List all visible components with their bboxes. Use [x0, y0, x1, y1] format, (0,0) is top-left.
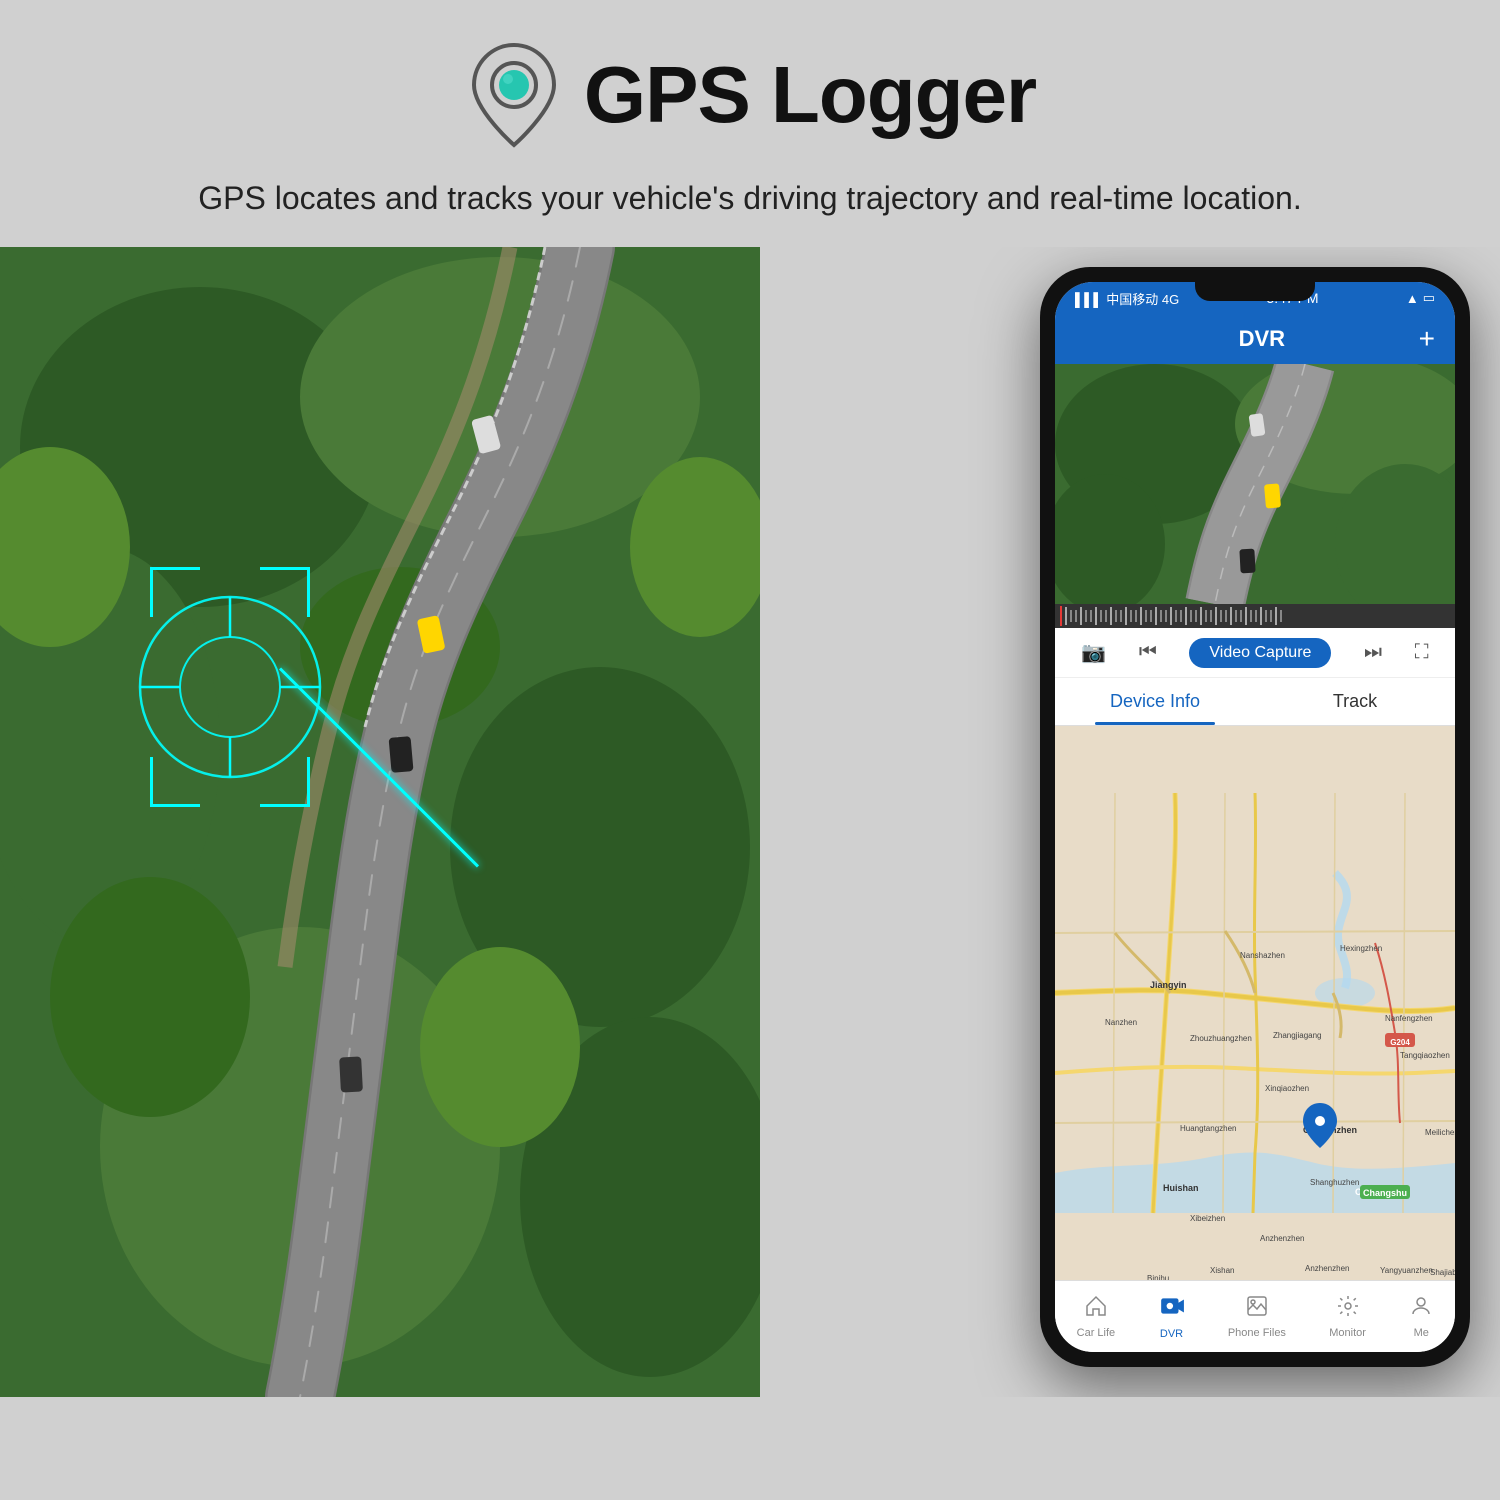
nav-label-car-life: Car Life: [1077, 1327, 1116, 1339]
video-preview: [1055, 364, 1455, 604]
svg-text:Nanfengzhen: Nanfengzhen: [1385, 1014, 1433, 1023]
svg-text:Shajiaband: Shajiaband: [1430, 1268, 1455, 1277]
rewind-button[interactable]: ⏮: [1139, 641, 1157, 664]
subtitle-text: GPS locates and tracks your vehicle's dr…: [0, 170, 1500, 247]
dvr-icon: [1159, 1293, 1185, 1325]
svg-text:Binihu: Binihu: [1147, 1274, 1169, 1280]
phone-frame: ▌▌▌ 中国移动 4G 5:47 PM ▲ ▭ DVR +: [1040, 267, 1470, 1367]
nav-label-me: Me: [1414, 1327, 1429, 1339]
phone-screen: ▌▌▌ 中国移动 4G 5:47 PM ▲ ▭ DVR +: [1055, 282, 1455, 1352]
svg-text:Changshu: Changshu: [1363, 1188, 1407, 1198]
tab-device-info[interactable]: Device Info: [1055, 678, 1255, 725]
nav-label-phone-files: Phone Files: [1228, 1327, 1286, 1339]
page-header: GPS Logger: [0, 0, 1500, 170]
nav-item-me[interactable]: Me: [1409, 1294, 1433, 1339]
video-background: [1055, 364, 1455, 604]
tab-track[interactable]: Track: [1255, 678, 1455, 725]
timeline-bar[interactable]: [1055, 604, 1455, 628]
video-controls-bar: 📷 ⏮ Video Capture ⏭ ⛶: [1055, 628, 1455, 678]
svg-text:Jiangyin: Jiangyin: [1150, 980, 1187, 990]
home-icon: [1084, 1294, 1108, 1324]
gps-logo-icon: [464, 40, 564, 150]
svg-text:Anzhenzhen: Anzhenzhen: [1305, 1264, 1349, 1273]
add-button[interactable]: +: [1419, 323, 1435, 355]
crosshair-target: [120, 577, 340, 797]
main-content-area: ▌▌▌ 中国移动 4G 5:47 PM ▲ ▭ DVR +: [0, 247, 1500, 1397]
phone-notch: [1195, 281, 1315, 301]
timeline-position-marker: [1060, 606, 1062, 626]
nav-item-monitor[interactable]: Monitor: [1329, 1294, 1366, 1339]
location-icon: ▲: [1406, 291, 1419, 306]
svg-text:Meilicheng: Meilicheng: [1425, 1128, 1455, 1137]
svg-text:Yangyuanzhen: Yangyuanzhen: [1380, 1266, 1433, 1275]
gallery-icon: [1245, 1294, 1269, 1324]
svg-text:Xinqiaozhen: Xinqiaozhen: [1265, 1084, 1309, 1093]
svg-text:Nanzhen: Nanzhen: [1105, 1018, 1137, 1027]
video-capture-button[interactable]: Video Capture: [1189, 638, 1331, 668]
nav-item-car-life[interactable]: Car Life: [1077, 1294, 1116, 1339]
signal-bars: ▌▌▌: [1075, 292, 1106, 307]
svg-text:Zhouzhuangzhen: Zhouzhuangzhen: [1190, 1034, 1252, 1043]
svg-text:Hexingzhen: Hexingzhen: [1340, 944, 1382, 953]
tabs-row: Device Info Track: [1055, 678, 1455, 726]
svg-text:Huishan: Huishan: [1163, 1183, 1199, 1193]
aerial-road-image: [0, 247, 760, 1397]
app-header-title: DVR: [1105, 326, 1419, 352]
monitor-icon: [1336, 1294, 1360, 1324]
svg-text:Zhangjiagang: Zhangjiagang: [1273, 1031, 1321, 1040]
nav-item-phone-files[interactable]: Phone Files: [1228, 1294, 1286, 1339]
svg-text:Xishan: Xishan: [1210, 1266, 1234, 1275]
status-icons: ▲ ▭: [1406, 290, 1435, 306]
nav-label-monitor: Monitor: [1329, 1327, 1366, 1339]
svg-text:Nanshazhen: Nanshazhen: [1240, 951, 1285, 960]
svg-text:Anzhenzhen: Anzhenzhen: [1260, 1234, 1304, 1243]
map-view[interactable]: G204 Jiangyin Nanshazhen Hexingzhen Nanz…: [1055, 726, 1455, 1280]
nav-label-dvr: DVR: [1160, 1328, 1183, 1340]
screenshot-button[interactable]: 📷: [1081, 640, 1106, 665]
svg-text:Huangtangzhen: Huangtangzhen: [1180, 1124, 1237, 1133]
fast-forward-button[interactable]: ⏭: [1364, 641, 1382, 664]
fullscreen-button[interactable]: ⛶: [1415, 641, 1429, 664]
svg-text:G204: G204: [1390, 1038, 1410, 1047]
svg-text:Tangqiaozhen: Tangqiaozhen: [1400, 1051, 1450, 1060]
carrier-signal: ▌▌▌ 中国移动 4G: [1075, 289, 1179, 308]
bottom-navigation: Car Life DVR: [1055, 1280, 1455, 1352]
page-title: GPS Logger: [584, 49, 1036, 141]
app-header: DVR +: [1055, 314, 1455, 364]
svg-text:Xibeizhen: Xibeizhen: [1190, 1214, 1225, 1223]
svg-text:Shanghuzhen: Shanghuzhen: [1310, 1178, 1359, 1187]
nav-item-dvr[interactable]: DVR: [1159, 1293, 1185, 1340]
battery-icon: ▭: [1423, 290, 1435, 306]
phone-mockup: ▌▌▌ 中国移动 4G 5:47 PM ▲ ▭ DVR +: [1040, 267, 1470, 1367]
profile-icon: [1409, 1294, 1433, 1324]
